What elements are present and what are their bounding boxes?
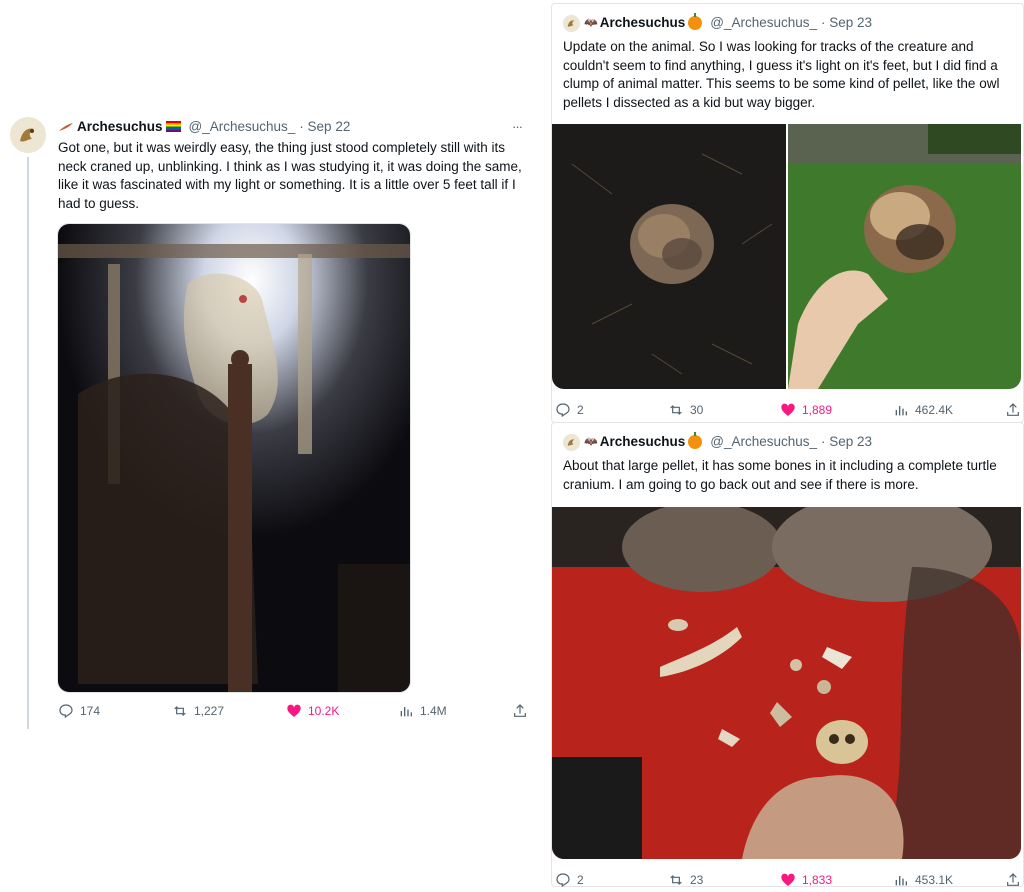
author-name[interactable]: Archesuchus: [600, 434, 686, 449]
tweet-text: Update on the animal. So I was looking f…: [563, 39, 1000, 110]
share-icon: [514, 704, 526, 717]
reply-button[interactable]: 174: [58, 703, 100, 719]
heart-icon: [781, 873, 795, 886]
views-icon: [895, 876, 907, 886]
share-icon: [1007, 873, 1019, 886]
reply-icon: [556, 403, 570, 418]
rainbow-flag-icon: [165, 121, 181, 132]
retweet-icon: [670, 405, 682, 415]
author-name[interactable]: Archesuchus: [77, 119, 163, 134]
tweet-photo[interactable]: [57, 223, 411, 693]
tweet-date[interactable]: · Sep 22: [299, 119, 350, 134]
avatar[interactable]: [563, 434, 580, 451]
avatar[interactable]: [563, 15, 580, 32]
share-button[interactable]: [1005, 402, 1021, 418]
tweet-actions: 2 30 1,889 462.4K: [552, 402, 1023, 422]
views-button[interactable]: 453.1K: [893, 872, 953, 888]
like-button[interactable]: 1,889: [780, 402, 832, 418]
views-button[interactable]: 462.4K: [893, 402, 953, 418]
tweet-card-1[interactable]: Archesuchus @_Archesuchus_ · Sep 22 ··· …: [0, 105, 540, 730]
retweet-icon: [174, 706, 186, 716]
like-count: 1,889: [802, 403, 833, 417]
like-button[interactable]: 1,833: [780, 872, 832, 888]
author-handle[interactable]: @_Archesuchus_: [189, 119, 296, 134]
views-button[interactable]: 1.4M: [398, 703, 447, 719]
views-count: 1.4M: [420, 704, 447, 718]
tweet-date[interactable]: · Sep 23: [821, 434, 872, 449]
tweet-card-2[interactable]: 🦇 Archesuchus @_Archesuchus_ · Sep 23 Up…: [551, 3, 1024, 423]
reply-icon: [59, 704, 73, 719]
tweet-actions: 2 23 1,833 453.1K: [552, 872, 1023, 892]
share-button[interactable]: [1005, 872, 1021, 888]
retweet-button[interactable]: 23: [668, 872, 703, 888]
tweet-card-3[interactable]: 🦇 Archesuchus @_Archesuchus_ · Sep 23 Ab…: [551, 422, 1024, 888]
tweet-photo-grid: [552, 124, 1021, 389]
reply-count: 174: [80, 704, 101, 718]
retweet-count: 30: [690, 403, 704, 417]
avatar[interactable]: [10, 117, 46, 153]
pumpkin-icon: [688, 431, 703, 449]
pumpkin-icon: [688, 12, 703, 30]
reply-button[interactable]: 2: [555, 402, 584, 418]
tweet-text: Got one, but it was weirdly easy, the th…: [58, 140, 522, 211]
tweet-text: About that large pellet, it has some bon…: [563, 458, 997, 492]
reply-button[interactable]: 2: [555, 872, 584, 888]
more-options-icon[interactable]: ···: [512, 119, 523, 134]
author-handle[interactable]: @_Archesuchus_: [710, 434, 817, 449]
avatar-image: [563, 434, 580, 451]
views-icon: [895, 406, 907, 416]
author-handle[interactable]: @_Archesuchus_: [710, 15, 817, 30]
photo-pellet-hand[interactable]: [788, 124, 1021, 389]
tweet-actions: 174 1,227 10.2K 1.4M: [0, 703, 540, 723]
photo-pellet-ground[interactable]: [552, 124, 786, 389]
feather-icon: [59, 122, 73, 131]
tweet-header: 🦇 Archesuchus @_Archesuchus_ · Sep 23: [584, 431, 872, 449]
retweet-button[interactable]: 30: [668, 402, 703, 418]
avatar-image: [563, 15, 580, 32]
heart-icon: [287, 704, 301, 717]
tweet-photo[interactable]: [552, 507, 1021, 859]
like-count: 10.2K: [308, 704, 340, 718]
like-button[interactable]: 10.2K: [286, 703, 339, 719]
tweet-header: Archesuchus @_Archesuchus_ · Sep 22: [58, 119, 350, 134]
bats-icon: 🦇: [584, 436, 598, 448]
share-icon: [1007, 403, 1019, 416]
retweet-icon: [670, 875, 682, 885]
author-name[interactable]: Archesuchus: [600, 15, 686, 30]
avatar-image: [10, 117, 46, 153]
share-button[interactable]: [512, 703, 528, 719]
photo-bones-on-red: [552, 507, 1021, 859]
views-count: 462.4K: [915, 403, 954, 417]
tweet-date[interactable]: · Sep 23: [821, 15, 872, 30]
heart-icon: [781, 403, 795, 416]
views-icon: [400, 707, 412, 717]
reply-count: 2: [577, 403, 584, 417]
thread-line: [27, 157, 29, 729]
reply-icon: [556, 873, 570, 888]
retweet-count: 1,227: [194, 704, 225, 718]
retweet-button[interactable]: 1,227: [172, 703, 224, 719]
tweet-header: 🦇 Archesuchus @_Archesuchus_ · Sep 23: [584, 12, 872, 30]
photo-night-creature: [58, 224, 410, 692]
bats-icon: 🦇: [584, 17, 598, 29]
